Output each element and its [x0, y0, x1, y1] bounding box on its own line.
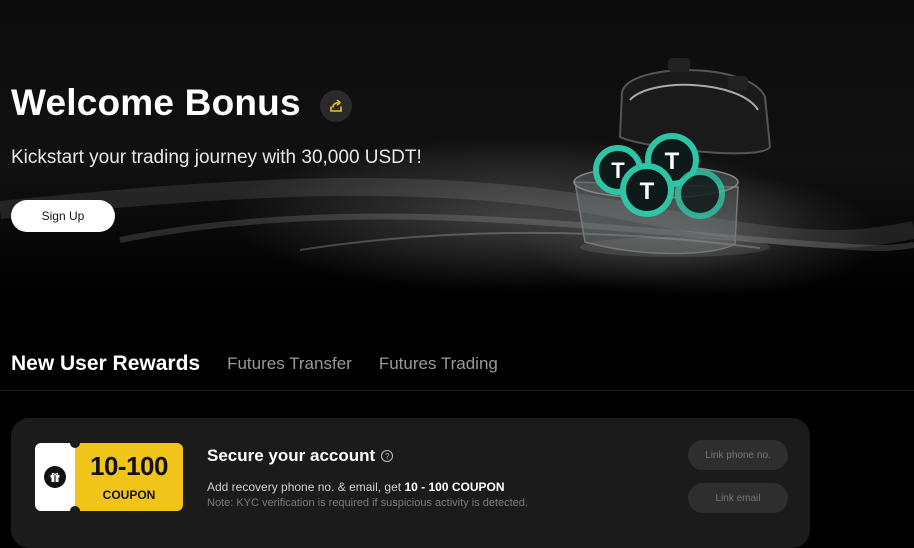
page-title: Welcome Bonus	[11, 82, 301, 123]
help-circle-icon[interactable]: ?	[381, 450, 394, 462]
link-phone-button[interactable]: Link phone no.	[688, 440, 788, 470]
coupon-label: COUPON	[102, 488, 156, 502]
task-title-text: Secure your account	[207, 446, 376, 465]
gift-icon	[44, 466, 66, 488]
coupon-notch-bottom	[70, 506, 80, 516]
task-description: Add recovery phone no. & email, get 10 -…	[207, 480, 505, 494]
task-card: 10-100 COUPON Secure your account ? Add …	[11, 418, 810, 548]
rewards-tabs: New User Rewards Futures Transfer Future…	[11, 349, 525, 379]
svg-text:T: T	[640, 178, 655, 205]
coupon-body: 10-100 COUPON	[75, 443, 183, 511]
task-title: Secure your account ?	[207, 446, 394, 466]
tab-futures-transfer[interactable]: Futures Transfer	[227, 354, 352, 374]
task-reward-highlight: 10 - 100 COUPON	[404, 480, 505, 494]
coupon-notch-top	[70, 438, 80, 448]
link-email-button[interactable]: Link email	[688, 483, 788, 513]
hero-banner: Welcome Bonus Kickstart your trading jou…	[0, 0, 914, 300]
tab-futures-trading[interactable]: Futures Trading	[379, 354, 498, 374]
tabs-divider	[0, 390, 914, 391]
task-note: Note: KYC verification is required if su…	[207, 497, 528, 509]
tab-new-user-rewards[interactable]: New User Rewards	[11, 352, 200, 376]
share-icon	[330, 99, 342, 112]
task-description-text: Add recovery phone no. & email, get	[207, 480, 402, 494]
coupon-ticket: 10-100 COUPON	[35, 438, 183, 516]
share-button[interactable]	[320, 90, 352, 122]
hero-subtitle: Kickstart your trading journey with 30,0…	[11, 147, 422, 168]
sign-up-button[interactable]: Sign Up	[11, 200, 115, 232]
coupon-amount: 10-100	[90, 451, 168, 481]
coin-case-illustration: T T T	[573, 58, 772, 257]
svg-text:T: T	[665, 148, 680, 175]
coupon-stub	[35, 443, 75, 511]
